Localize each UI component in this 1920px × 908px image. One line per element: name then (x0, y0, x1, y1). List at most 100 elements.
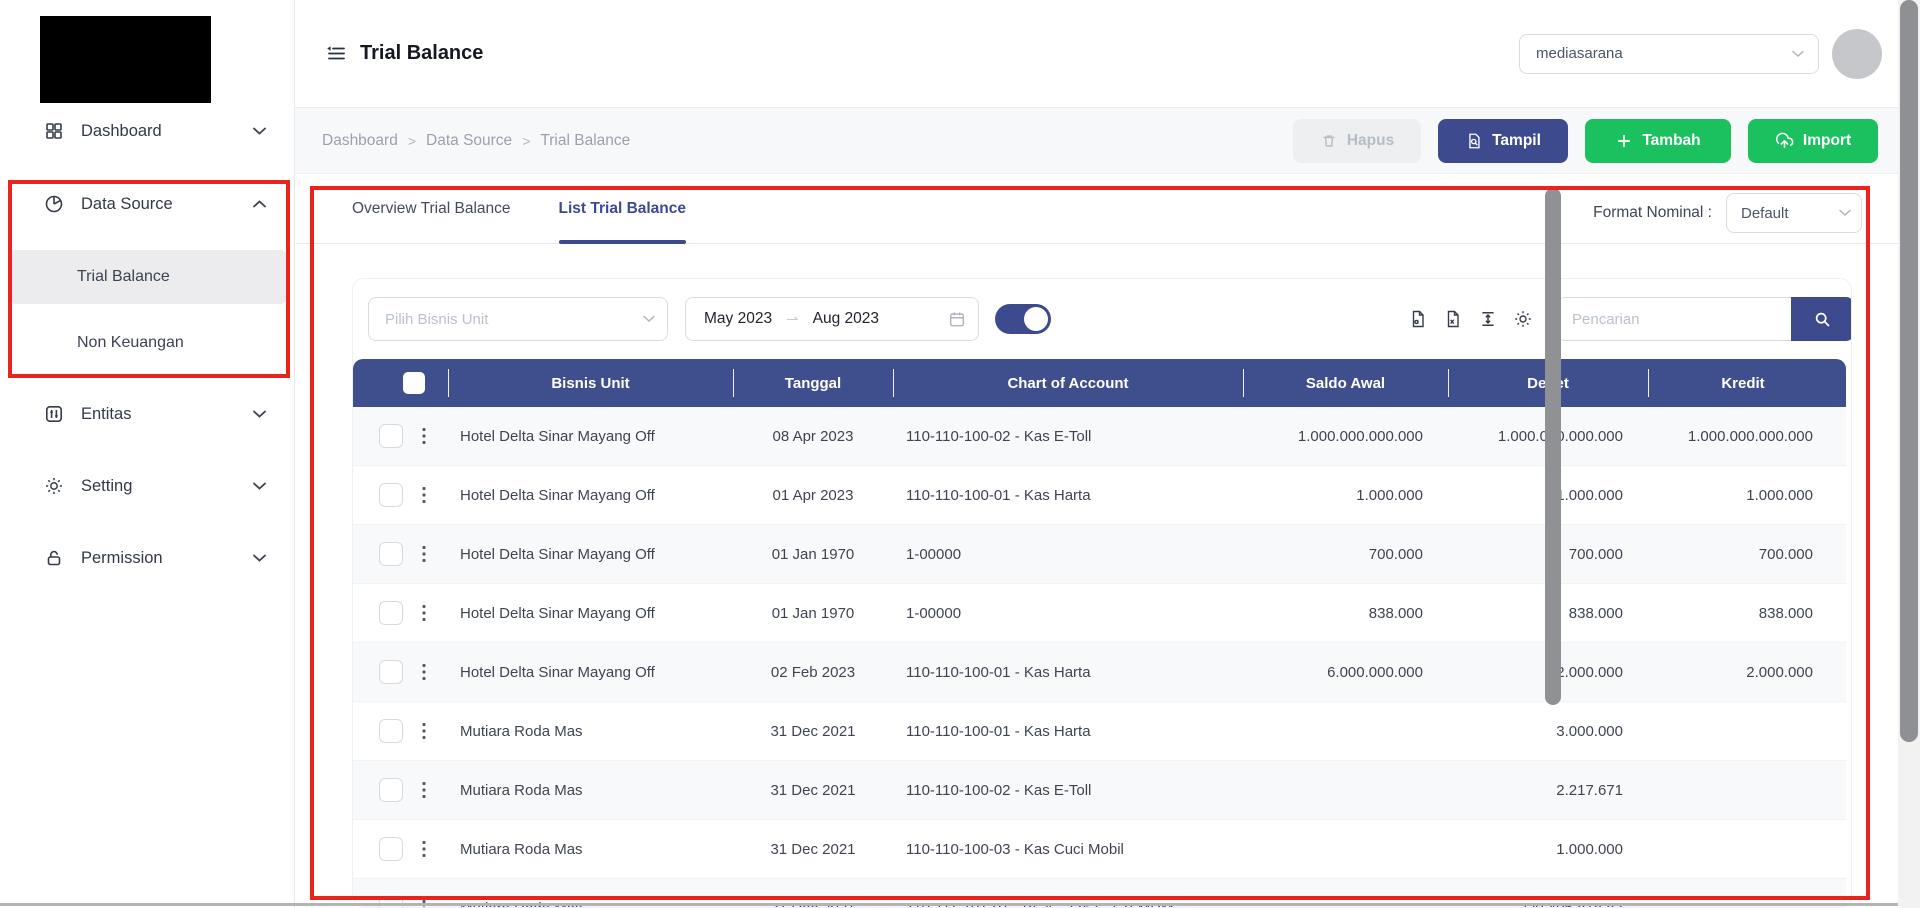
row-checkbox[interactable] (379, 837, 403, 861)
search-icon (1813, 310, 1832, 329)
kebab-menu-icon[interactable] (422, 604, 426, 622)
export-excel-icon[interactable] (1443, 309, 1463, 329)
cell-kredit: 700.000 (1648, 546, 1838, 563)
page-title: Trial Balance (360, 42, 483, 65)
table-row[interactable]: Hotel Delta Sinar Mayang Off 08 Apr 2023… (353, 407, 1846, 466)
table-row[interactable]: Hotel Delta Sinar Mayang Off 01 Jan 1970… (353, 584, 1846, 643)
kebab-menu-icon[interactable] (422, 781, 426, 799)
date-end: Aug 2023 (813, 310, 879, 328)
calendar-icon (948, 310, 966, 328)
row-checkbox[interactable] (379, 778, 403, 802)
table-header: Bisnis Unit Tanggal Chart of Account Sal… (353, 359, 1846, 407)
search-group (1557, 297, 1852, 341)
chevron-down-icon (253, 410, 266, 418)
table-row[interactable]: Mutiara Roda Mas 31 Dec 2021 110-110-100… (353, 761, 1846, 820)
sidebar-item-label: Entitas (81, 405, 131, 424)
column-header-saldo-awal[interactable]: Saldo Awal (1243, 359, 1448, 407)
cell-bisnis-unit: Hotel Delta Sinar Mayang Off (448, 664, 733, 681)
sidebar-item-permission[interactable]: Permission (0, 534, 294, 582)
sidebar-item-label: Dashboard (81, 122, 162, 141)
avatar[interactable] (1832, 29, 1882, 79)
filter-row: Pilih Bisnis Unit May 2023 ⇀ Aug 2023 (353, 297, 1851, 341)
pie-chart-icon (44, 194, 64, 214)
cell-saldo-awal: 1.000.000.000.000 (1243, 428, 1448, 445)
breadcrumb-trial-balance: Trial Balance (540, 132, 630, 150)
row-checkbox[interactable] (379, 601, 403, 625)
row-checkbox[interactable] (379, 896, 403, 908)
import-label: Import (1803, 132, 1851, 150)
table-row[interactable]: Mutiara Roda Mas 31 Dec 2021 110-110-100… (353, 820, 1846, 879)
cell-saldo-awal: 6.000.000.000 (1243, 664, 1448, 681)
kebab-menu-icon[interactable] (422, 486, 426, 504)
kebab-menu-icon[interactable] (422, 427, 426, 445)
table-row[interactable]: Hotel Delta Sinar Mayang Off 02 Feb 2023… (353, 643, 1846, 702)
sidebar-item-data-source[interactable]: Data Source (0, 180, 294, 228)
search-button[interactable] (1791, 297, 1852, 341)
sidebar-subitem-trial-balance[interactable]: Trial Balance (10, 250, 286, 304)
table-row[interactable]: Hotel Delta Sinar Mayang Off 01 Jan 1970… (353, 525, 1846, 584)
gear-icon (44, 476, 64, 496)
cell-chart-of-account: 110-110-100-02 - Kas E-Toll (893, 428, 1243, 445)
cell-tanggal: 01 Jan 1970 (733, 605, 893, 622)
table-row[interactable]: Mutiara Roda Mas 31 Dec 2021 110-110-100… (353, 702, 1846, 761)
table-body: Hotel Delta Sinar Mayang Off 08 Apr 2023… (353, 407, 1846, 908)
row-checkbox[interactable] (379, 483, 403, 507)
row-checkbox[interactable] (379, 719, 403, 743)
cell-tanggal: 08 Apr 2023 (733, 428, 893, 445)
sidebar-item-dashboard[interactable]: Dashboard (0, 107, 294, 155)
table-scrollbar-thumb[interactable] (1545, 188, 1561, 705)
tab-overview-trial-balance[interactable]: Overview Trial Balance (352, 174, 511, 243)
kebab-menu-icon[interactable] (422, 840, 426, 858)
business-unit-select[interactable]: Pilih Bisnis Unit (368, 297, 668, 341)
breadcrumb-data-source[interactable]: Data Source (426, 132, 512, 150)
app-window: Dashboard Data Source Trial Balance (0, 0, 1920, 908)
sidebar-subitem-non-keuangan[interactable]: Non Keuangan (10, 316, 286, 370)
business-unit-placeholder: Pilih Bisnis Unit (385, 311, 488, 328)
select-all-checkbox[interactable] (403, 372, 425, 394)
sidebar-item-label: Setting (81, 477, 132, 496)
cell-chart-of-account: 110-110-100-02 - Kas E-Toll (893, 782, 1243, 799)
table-settings-icon[interactable] (1513, 309, 1533, 329)
filter-toggle[interactable] (995, 304, 1051, 334)
cell-tanggal: 31 Dec 2021 (733, 723, 893, 740)
tambah-button[interactable]: Tambah (1585, 119, 1731, 163)
main-panel: Overview Trial Balance List Trial Balanc… (295, 174, 1898, 908)
tampil-button[interactable]: Tampil (1438, 119, 1568, 163)
cell-tanggal: 31 Dec 2021 (733, 841, 893, 858)
window-scrollbar[interactable] (1898, 0, 1920, 908)
date-range-picker[interactable]: May 2023 ⇀ Aug 2023 (685, 297, 979, 341)
cell-tanggal: 31 Dec 2021 (733, 782, 893, 799)
cell-tanggal: 01 Apr 2023 (733, 487, 893, 504)
kebab-menu-icon[interactable] (422, 545, 426, 563)
row-height-icon[interactable] (1478, 309, 1498, 329)
chevron-up-icon (253, 200, 266, 208)
sidebar-item-setting[interactable]: Setting (0, 462, 294, 510)
chevron-down-icon (643, 315, 655, 323)
column-header-tanggal[interactable]: Tanggal (733, 359, 893, 407)
export-pdf-icon[interactable] (1408, 309, 1428, 329)
column-header-kredit[interactable]: Kredit (1648, 359, 1838, 407)
kebab-menu-icon[interactable] (422, 663, 426, 681)
kebab-menu-icon[interactable] (422, 722, 426, 740)
row-checkbox[interactable] (379, 660, 403, 684)
breadcrumb: Dashboard > Data Source > Trial Balance (322, 132, 630, 150)
toggle-knob (1024, 307, 1048, 331)
row-checkbox[interactable] (379, 542, 403, 566)
hapus-button[interactable]: Hapus (1293, 119, 1421, 163)
row-checkbox[interactable] (379, 424, 403, 448)
format-nominal-select[interactable]: Default (1726, 193, 1862, 233)
breadcrumb-dashboard[interactable]: Dashboard (322, 132, 398, 150)
window-scrollbar-thumb[interactable] (1900, 0, 1918, 742)
tab-list-trial-balance[interactable]: List Trial Balance (559, 174, 687, 243)
workspace-select-value: mediasarana (1536, 45, 1623, 62)
table-row[interactable]: Hotel Delta Sinar Mayang Off 01 Apr 2023… (353, 466, 1846, 525)
collapse-menu-icon[interactable] (325, 43, 346, 64)
search-input[interactable] (1557, 297, 1791, 341)
cell-saldo-awal: 1.000.000 (1243, 487, 1448, 504)
column-header-bisnis-unit[interactable]: Bisnis Unit (448, 359, 733, 407)
workspace-select[interactable]: mediasarana (1519, 34, 1819, 74)
column-header-chart-of-account[interactable]: Chart of Account (893, 359, 1243, 407)
cell-saldo-awal: 838.000 (1243, 605, 1448, 622)
sidebar-item-entitas[interactable]: Entitas (0, 390, 294, 438)
import-button[interactable]: Import (1748, 119, 1878, 163)
